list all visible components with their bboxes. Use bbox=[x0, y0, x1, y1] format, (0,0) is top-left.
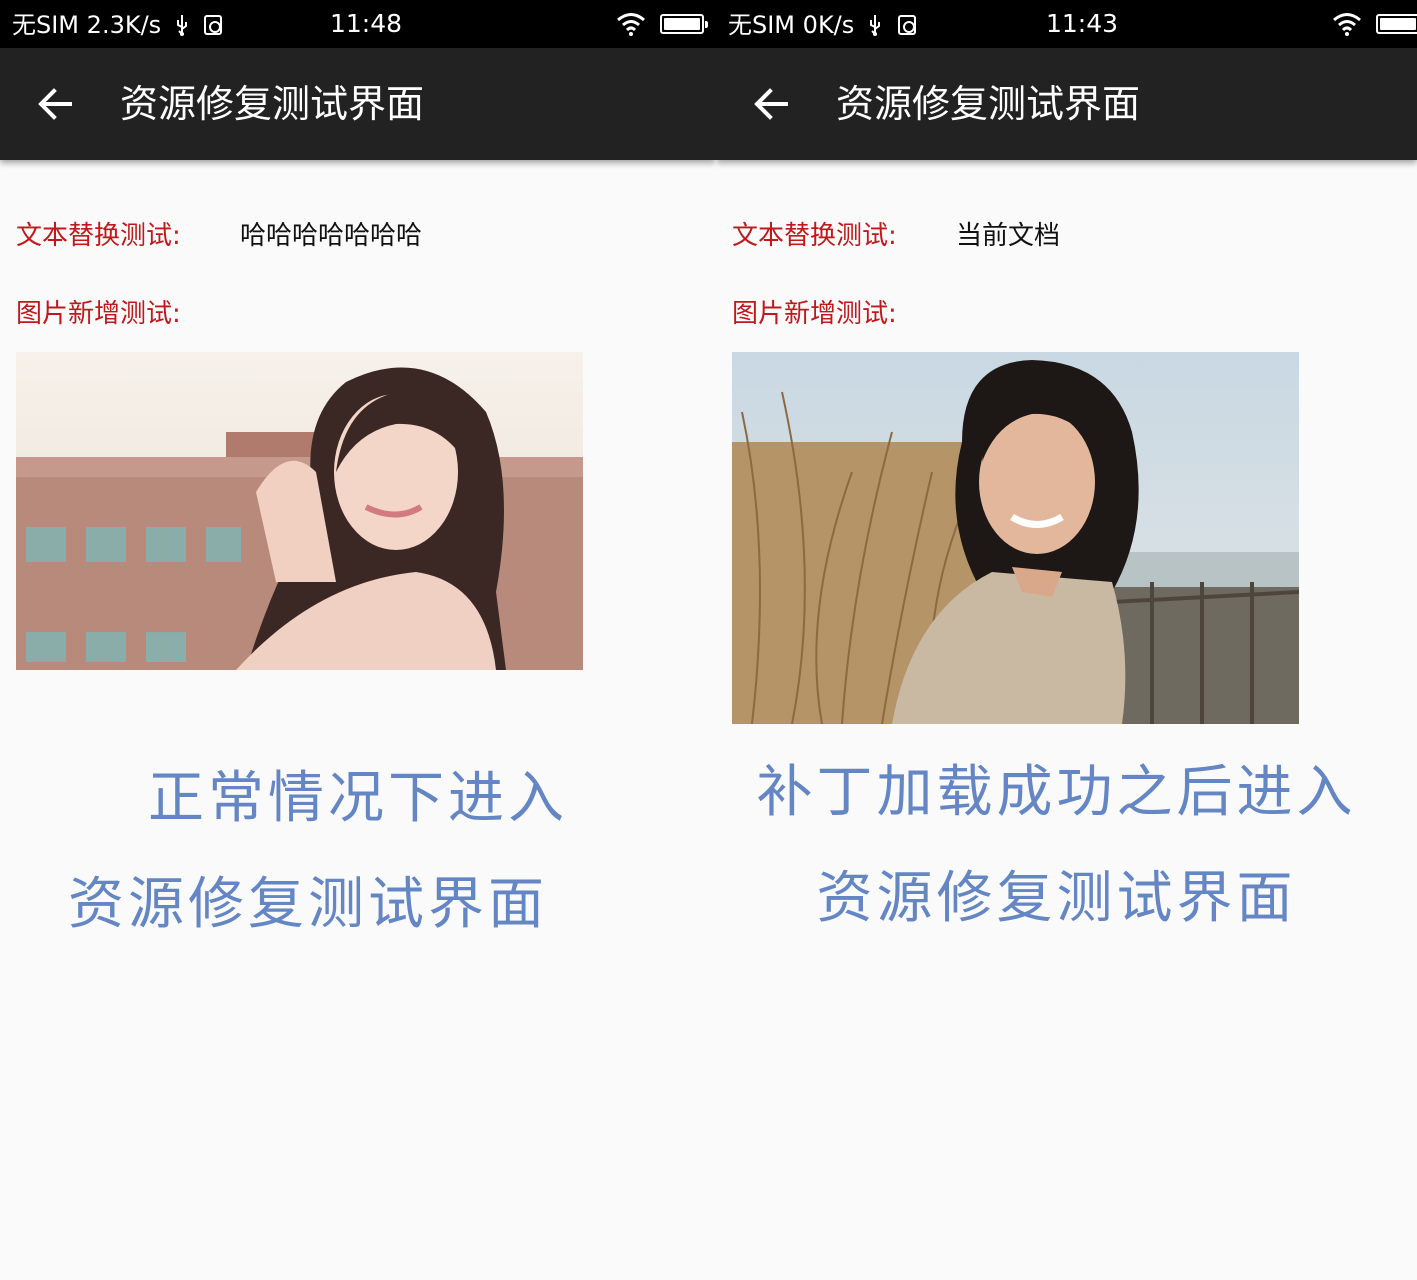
debug-icon bbox=[204, 15, 223, 35]
image-add-label: 图片新增测试: bbox=[732, 299, 897, 329]
carrier-text: 无SIM bbox=[12, 11, 80, 39]
image-add-label: 图片新增测试: bbox=[16, 299, 181, 329]
page-title: 资源修复测试界面 bbox=[120, 82, 425, 126]
screen-after-patch: 无SIM 0K/s 11:43 资源修复测试界面 文本替换测试: 当前文档 图片… bbox=[716, 0, 1417, 1280]
text-replace-label: 文本替换测试: bbox=[16, 221, 181, 251]
network-speed: 2.3K/s bbox=[86, 11, 162, 39]
status-left: 无SIM 0K/s bbox=[728, 8, 916, 41]
test-photo bbox=[16, 352, 583, 670]
toolbar: 资源修复测试界面 bbox=[716, 48, 1417, 160]
network-speed: 0K/s bbox=[802, 11, 855, 39]
status-bar: 无SIM 2.3K/s 11:48 bbox=[0, 0, 716, 48]
page-title: 资源修复测试界面 bbox=[836, 82, 1141, 126]
battery-icon bbox=[660, 14, 708, 34]
status-time: 11:48 bbox=[330, 9, 403, 38]
toolbar: 资源修复测试界面 bbox=[0, 48, 716, 160]
status-time: 11:43 bbox=[1046, 9, 1119, 38]
test-photo bbox=[732, 352, 1299, 724]
usb-icon bbox=[176, 15, 187, 36]
text-replace-value: 哈哈哈哈哈哈哈 bbox=[240, 221, 423, 251]
wifi-icon bbox=[1333, 13, 1361, 36]
text-replace-label: 文本替换测试: bbox=[732, 221, 897, 251]
usb-icon bbox=[869, 15, 880, 36]
status-left: 无SIM 2.3K/s bbox=[12, 8, 223, 41]
caption-line-2: 资源修复测试界面 bbox=[68, 872, 548, 937]
wifi-icon bbox=[617, 13, 645, 36]
battery-icon bbox=[1376, 14, 1417, 34]
caption-line-1: 正常情况下进入 bbox=[148, 766, 568, 831]
caption-line-2: 资源修复测试界面 bbox=[816, 866, 1297, 931]
carrier-text: 无SIM bbox=[728, 11, 796, 39]
text-replace-value: 当前文档 bbox=[956, 221, 1061, 251]
screen-before-patch: 无SIM 2.3K/s 11:48 资源修复测试界面 文本替换测试: 哈哈哈哈哈… bbox=[0, 0, 716, 1280]
status-bar: 无SIM 0K/s 11:43 bbox=[716, 0, 1417, 48]
caption-line-1: 补丁加载成功之后进入 bbox=[756, 760, 1357, 825]
debug-icon bbox=[897, 15, 916, 35]
back-arrow-icon[interactable] bbox=[36, 84, 76, 124]
back-arrow-icon[interactable] bbox=[752, 84, 792, 124]
